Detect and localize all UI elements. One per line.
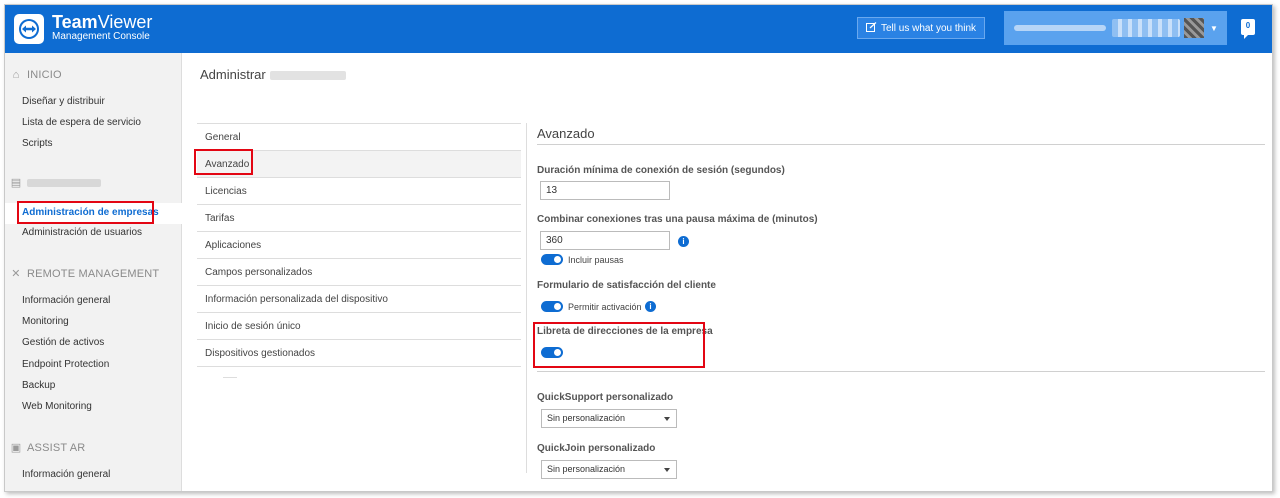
combine-input[interactable]: 360 [540, 231, 670, 250]
top-header: TeamViewer Management Console Tell us wh… [5, 5, 1272, 53]
tab-tarifas[interactable]: Tarifas [197, 205, 521, 232]
sidebar-item-web-monitoring[interactable]: Web Monitoring [22, 401, 92, 412]
account-company-redacted [1112, 19, 1180, 37]
quickjoin-label: QuickJoin personalizado [537, 443, 656, 454]
section-title-redacted [27, 179, 101, 187]
account-name-redacted [1014, 25, 1106, 31]
info-icon[interactable]: i [645, 301, 656, 312]
page-title: Administrar [200, 67, 346, 82]
satisfaction-label: Formulario de satisfacción del cliente [537, 280, 716, 291]
sidebar-item-lista-espera[interactable]: Lista de espera de servicio [22, 117, 141, 128]
feedback-button[interactable]: Tell us what you think [857, 17, 985, 39]
chevron-down-icon [664, 468, 670, 472]
tab-dispositivos-gestionados[interactable]: Dispositivos gestionados [197, 340, 521, 367]
include-pauses-toggle[interactable] [541, 254, 563, 265]
quicksupport-value: Sin personalización [547, 413, 626, 423]
home-icon: ⌂ [12, 69, 20, 81]
sidebar-item-administracion-usuarios[interactable]: Administración de usuarios [22, 227, 142, 238]
section-title: INICIO [27, 69, 62, 81]
include-pauses-label: Incluir pausas [568, 255, 624, 265]
highlight-box-address-book [533, 322, 705, 368]
sidebar-item-gestion-activos[interactable]: Gestión de activos [22, 337, 104, 348]
company-name-redacted [269, 71, 346, 81]
panel-divider [537, 144, 1265, 145]
sidebar-item-backup[interactable]: Backup [22, 380, 55, 391]
feedback-label: Tell us what you think [880, 22, 977, 34]
quicksupport-select[interactable]: Sin personalización [541, 409, 677, 428]
sidebar-section-inicio: ⌂ INICIO [10, 69, 62, 81]
tab-licencias[interactable]: Licencias [197, 178, 521, 205]
tab-aplicaciones[interactable]: Aplicaciones [197, 232, 521, 259]
notification-icon[interactable]: 0 [1241, 19, 1255, 39]
sidebar-item-informacion-general[interactable]: Información general [22, 295, 110, 306]
tab-inicio-sesion[interactable]: Inicio de sesión único [197, 313, 521, 340]
teamviewer-logo-icon[interactable] [14, 14, 44, 44]
section-title: REMOTE MANAGEMENT [27, 268, 160, 280]
sidebar: ⌂ INICIO Diseñar y distribuir Lista de e… [5, 53, 182, 491]
highlight-box-sidebar [17, 201, 154, 224]
sidebar-item-disenar[interactable]: Diseñar y distribuir [22, 96, 105, 107]
chevron-down-icon [664, 417, 670, 421]
sidebar-item-monitoring[interactable]: Monitoring [22, 316, 69, 327]
sidebar-section-remote-management: ✕ REMOTE MANAGEMENT [10, 268, 159, 280]
sidebar-item-assist-informacion-general[interactable]: Información general [22, 469, 110, 480]
building-icon: ▤ [10, 177, 22, 189]
quickjoin-select[interactable]: Sin personalización [541, 460, 677, 479]
tab-informacion-dispositivo[interactable]: Información personalizada del dispositiv… [197, 286, 521, 313]
assist-ar-icon: ▣ [10, 442, 22, 454]
allow-activation-label: Permitir activación [568, 302, 642, 312]
account-menu[interactable]: ▼ [1004, 11, 1227, 45]
app-window: TeamViewer Management Console Tell us wh… [4, 4, 1273, 492]
highlight-box-tab [194, 149, 253, 175]
tab-campos-personalizados[interactable]: Campos personalizados [197, 259, 521, 286]
panel-title: Avanzado [537, 126, 595, 141]
avatar [1184, 18, 1204, 38]
panel-divider [537, 371, 1265, 372]
section-title: ASSIST AR [27, 442, 86, 454]
info-icon[interactable]: i [678, 236, 689, 247]
feedback-edit-icon [865, 21, 877, 35]
min-duration-label: Duración mínima de conexión de sesión (s… [537, 165, 785, 176]
brand-title: TeamViewer [52, 13, 152, 31]
quickjoin-value: Sin personalización [547, 464, 626, 474]
brand-bold: Team [52, 12, 98, 32]
sidebar-section-company: ▤ [10, 177, 101, 189]
brand: TeamViewer Management Console [52, 13, 152, 43]
chevron-down-icon: ▼ [1210, 24, 1218, 33]
divider [223, 377, 237, 378]
sidebar-section-assist-ar: ▣ ASSIST AR [10, 442, 86, 454]
brand-light: Viewer [97, 12, 153, 32]
page-title-text: Administrar [200, 67, 266, 82]
min-duration-input[interactable]: 13 [540, 181, 670, 200]
allow-activation-toggle[interactable] [541, 301, 563, 312]
vertical-divider [526, 123, 527, 473]
sidebar-item-scripts[interactable]: Scripts [22, 138, 53, 149]
combine-label: Combinar conexiones tras una pausa máxim… [537, 214, 818, 225]
sidebar-item-endpoint-protection[interactable]: Endpoint Protection [22, 359, 109, 370]
tab-general[interactable]: General [197, 124, 521, 151]
remote-management-icon: ✕ [11, 268, 21, 280]
brand-subtitle: Management Console [52, 31, 150, 42]
quicksupport-label: QuickSupport personalizado [537, 392, 674, 403]
